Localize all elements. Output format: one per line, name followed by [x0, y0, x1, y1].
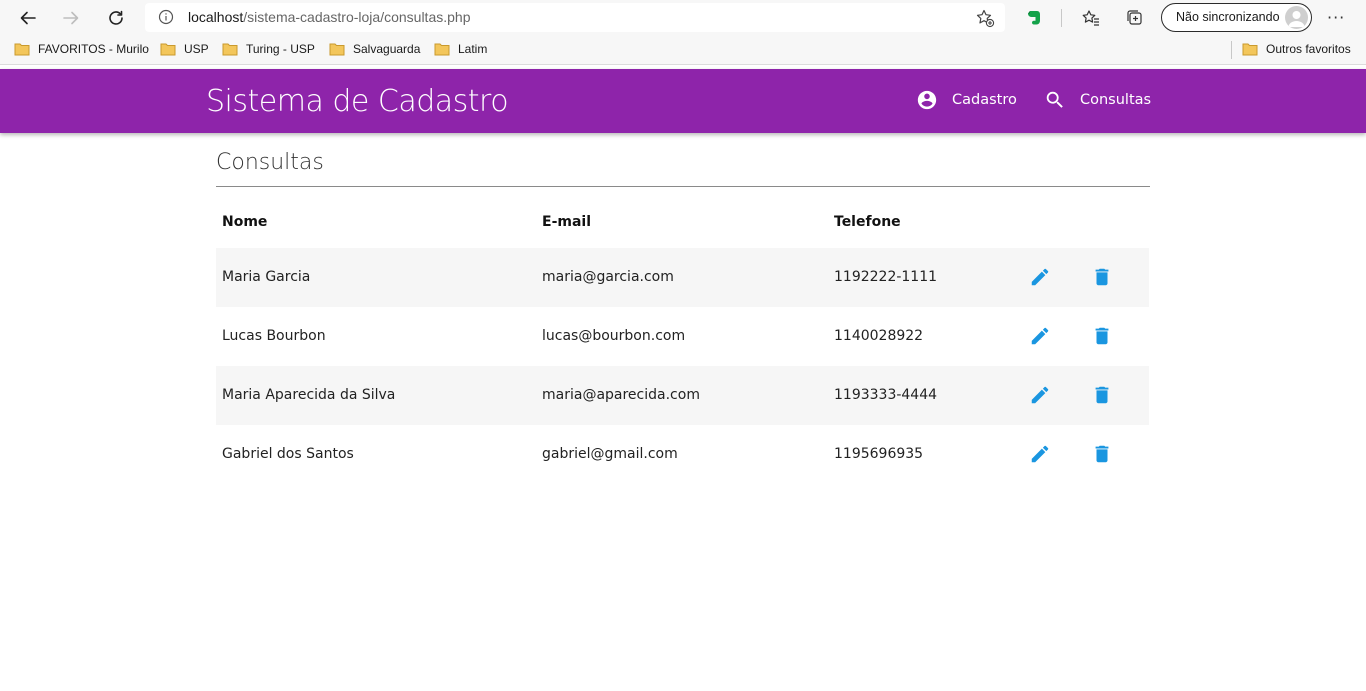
- edit-icon[interactable]: [1028, 442, 1052, 466]
- table-row: Lucas Bourbon lucas@bourbon.com 11400289…: [216, 307, 1149, 366]
- edit-icon[interactable]: [1028, 383, 1052, 407]
- bookmark-folder-salvaguarda[interactable]: Salvaguarda: [329, 42, 420, 56]
- delete-icon[interactable]: [1090, 265, 1114, 289]
- edit-icon[interactable]: [1028, 265, 1052, 289]
- page-title: Consultas: [216, 150, 324, 175]
- profile-button[interactable]: Não sincronizando: [1161, 3, 1312, 32]
- arrow-right-icon: [63, 11, 79, 25]
- bookmark-label: Latim: [458, 42, 488, 56]
- nav-consultas[interactable]: Consultas: [1044, 89, 1151, 111]
- cell-telefone: 1193333-4444: [834, 387, 938, 403]
- evernote-extension-icon[interactable]: [1023, 7, 1045, 29]
- cell-nome: Lucas Bourbon: [222, 328, 326, 344]
- url-path: /sistema-cadastro-loja/consultas.php: [243, 9, 471, 25]
- app-header: Sistema de Cadastro Cadastro Consultas: [0, 69, 1366, 133]
- address-bar[interactable]: localhost/sistema-cadastro-loja/consulta…: [145, 3, 1005, 32]
- forward-button[interactable]: [58, 5, 84, 31]
- table-row: Maria Aparecida da Silva maria@aparecida…: [216, 366, 1149, 425]
- folder-icon: [14, 42, 30, 56]
- delete-icon[interactable]: [1090, 324, 1114, 348]
- table-row: Gabriel dos Santos gabriel@gmail.com 119…: [216, 425, 1149, 484]
- edit-icon[interactable]: [1028, 324, 1052, 348]
- cell-email: maria@garcia.com: [542, 269, 674, 285]
- column-header-email: E-mail: [542, 214, 592, 230]
- bookmark-folder-outros-favoritos[interactable]: Outros favoritos: [1242, 42, 1351, 56]
- table-row: Maria Garcia maria@garcia.com 1192222-11…: [216, 248, 1149, 307]
- column-header-nome: Nome: [222, 214, 268, 230]
- cell-nome: Gabriel dos Santos: [222, 446, 354, 462]
- url-host: localhost: [188, 9, 244, 25]
- bookmark-label: FAVORITOS - Murilo: [38, 42, 149, 56]
- refresh-icon: [109, 10, 123, 25]
- info-icon[interactable]: [158, 9, 174, 29]
- cell-email: gabriel@gmail.com: [542, 446, 678, 462]
- bookmark-folder-favoritos[interactable]: FAVORITOS - Murilo: [14, 42, 149, 56]
- nav-cadastro-label: Cadastro: [952, 92, 1017, 108]
- column-header-telefone: Telefone: [834, 214, 901, 230]
- heading-divider: [216, 186, 1150, 187]
- nav-consultas-label: Consultas: [1080, 92, 1152, 108]
- bookmarks-divider: [1231, 41, 1232, 59]
- browser-toolbar: localhost/sistema-cadastro-loja/consulta…: [0, 0, 1366, 36]
- nav-cadastro[interactable]: Cadastro: [916, 89, 1017, 111]
- refresh-button[interactable]: [103, 5, 129, 31]
- avatar: [1285, 6, 1308, 29]
- profile-label: Não sincronizando: [1176, 10, 1280, 24]
- folder-icon: [1242, 42, 1258, 56]
- folder-icon: [222, 42, 238, 56]
- table-header: Nome E-mail Telefone: [216, 200, 1149, 248]
- bookmark-label: Outros favoritos: [1266, 42, 1351, 56]
- account-circle-icon: [916, 89, 938, 111]
- delete-icon[interactable]: [1090, 383, 1114, 407]
- back-button[interactable]: [15, 5, 41, 31]
- cell-telefone: 1192222-1111: [834, 269, 938, 285]
- more-options-button[interactable]: ···: [1327, 8, 1345, 27]
- favorites-icon[interactable]: [1080, 7, 1102, 29]
- url-text[interactable]: localhost/sistema-cadastro-loja/consulta…: [188, 9, 471, 25]
- bookmark-folder-latim[interactable]: Latim: [434, 42, 487, 56]
- bookmark-folder-turing[interactable]: Turing - USP: [222, 42, 315, 56]
- add-favorite-icon[interactable]: [975, 8, 995, 32]
- app-title[interactable]: Sistema de Cadastro: [206, 84, 509, 119]
- bookmarks-bar: FAVORITOS - Murilo USP Turing - USP Salv…: [0, 36, 1366, 65]
- consultas-table: Nome E-mail Telefone Maria Garcia maria@…: [216, 200, 1149, 484]
- cell-nome: Maria Garcia: [222, 269, 311, 285]
- search-icon: [1044, 89, 1066, 111]
- delete-icon[interactable]: [1090, 442, 1114, 466]
- toolbar-divider: [1061, 9, 1062, 27]
- collections-icon[interactable]: [1124, 7, 1146, 29]
- cell-telefone: 1195696935: [834, 446, 924, 462]
- bookmark-label: USP: [184, 42, 209, 56]
- bookmark-label: Salvaguarda: [353, 42, 421, 56]
- folder-icon: [329, 42, 345, 56]
- arrow-left-icon: [20, 11, 36, 25]
- cell-nome: Maria Aparecida da Silva: [222, 387, 396, 403]
- folder-icon: [434, 42, 450, 56]
- cell-telefone: 1140028922: [834, 328, 924, 344]
- bookmark-label: Turing - USP: [246, 42, 315, 56]
- folder-icon: [160, 42, 176, 56]
- bookmark-folder-usp[interactable]: USP: [160, 42, 209, 56]
- cell-email: lucas@bourbon.com: [542, 328, 686, 344]
- cell-email: maria@aparecida.com: [542, 387, 700, 403]
